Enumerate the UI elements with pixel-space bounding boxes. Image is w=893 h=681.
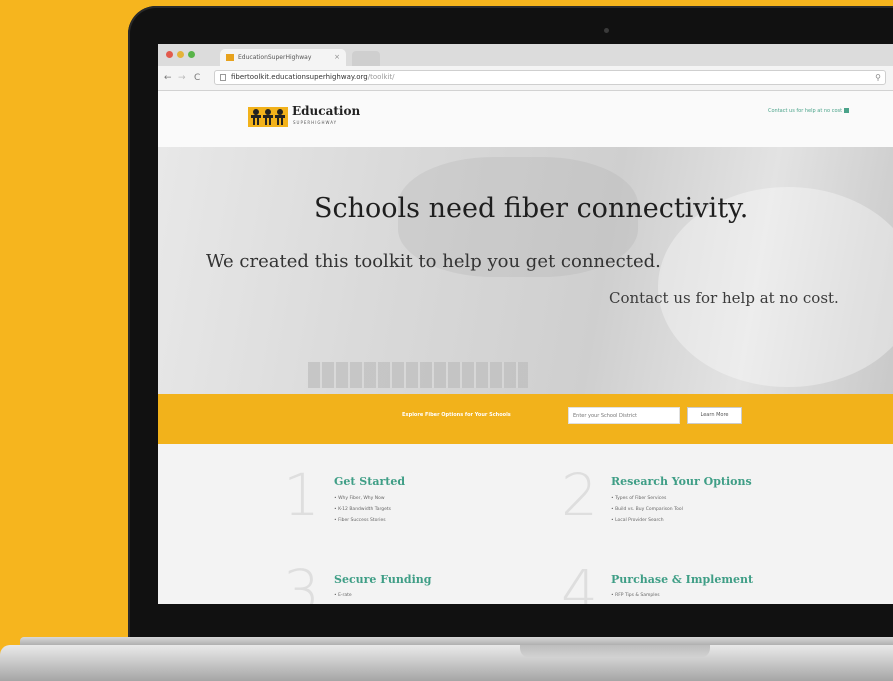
logo-people-icon[interactable] xyxy=(248,107,288,127)
district-input[interactable] xyxy=(568,407,680,424)
page-icon xyxy=(220,74,226,81)
camera-dot xyxy=(604,28,609,33)
step-link[interactable]: • Build vs. Buy Comparison Tool xyxy=(611,504,683,515)
url-path: /toolkit/ xyxy=(367,73,395,81)
maximize-window-button[interactable] xyxy=(188,51,195,58)
step-list: • Why Fiber, Why Now • K-12 Bandwidth Ta… xyxy=(334,493,391,526)
step-number: 4 xyxy=(561,557,598,604)
browser-tab[interactable]: EducationSuperHighway × xyxy=(220,49,346,66)
tab-close-icon[interactable]: × xyxy=(334,49,340,66)
step-link[interactable]: • E-rate xyxy=(334,590,352,601)
tab-bar: EducationSuperHighway × xyxy=(158,44,893,66)
favicon-icon xyxy=(226,54,234,61)
address-bar[interactable]: fibertoolkit.educationsuperhighway.org/t… xyxy=(214,70,886,85)
new-tab-button[interactable] xyxy=(352,51,380,66)
reload-icon[interactable]: C xyxy=(194,72,200,84)
tab-title: EducationSuperHighway xyxy=(238,54,312,61)
chat-icon xyxy=(844,108,850,113)
header-contact-label: Contact us for help at no cost xyxy=(768,108,843,114)
hero-subtitle: We created this toolkit to help you get … xyxy=(206,251,661,272)
logo-subtext: SUPERHIGHWAY xyxy=(293,120,338,125)
step-link[interactable]: • RFP Tips & Samples xyxy=(611,590,660,601)
step-list: • E-rate xyxy=(334,590,352,601)
step-title-research[interactable]: Research Your Options xyxy=(611,475,752,488)
hero-title: Schools need fiber connectivity. xyxy=(314,193,749,224)
header-contact-link[interactable]: Contact us for help at no cost xyxy=(768,108,850,114)
minimize-window-button[interactable] xyxy=(177,51,184,58)
hero-banner: Schools need fiber connectivity. We crea… xyxy=(158,147,893,394)
step-number: 1 xyxy=(283,461,320,529)
step-number: 3 xyxy=(283,557,320,604)
steps-section: 1 Get Started • Why Fiber, Why Now • K-1… xyxy=(158,444,893,604)
close-window-button[interactable] xyxy=(166,51,173,58)
step-link[interactable]: • Local Provider Search xyxy=(611,515,683,526)
step-number: 2 xyxy=(561,461,598,529)
district-search-label: Explore Fiber Options for Your Schools xyxy=(402,412,511,418)
learn-more-button[interactable]: Learn More xyxy=(687,407,742,424)
step-title-funding[interactable]: Secure Funding xyxy=(334,573,431,586)
hero-contact-text[interactable]: Contact us for help at no cost. xyxy=(609,289,839,307)
logo-text[interactable]: Education xyxy=(292,104,360,118)
search-icon[interactable]: ⚲ xyxy=(875,71,881,84)
laptop-base xyxy=(0,645,893,681)
step-link[interactable]: • Why Fiber, Why Now xyxy=(334,493,391,504)
screen: EducationSuperHighway × ← → C fibertoolk… xyxy=(158,44,893,604)
step-link[interactable]: • Types of Fiber Services xyxy=(611,493,683,504)
back-arrow-icon[interactable]: ← xyxy=(164,72,172,84)
browser-toolbar: ← → C fibertoolkit.educationsuperhighway… xyxy=(158,66,893,91)
laptop-notch xyxy=(520,645,710,658)
site-header: Education SUPERHIGHWAY Contact us for he… xyxy=(158,91,893,147)
step-list: • RFP Tips & Samples xyxy=(611,590,660,601)
step-title-get-started[interactable]: Get Started xyxy=(334,475,405,488)
url-host: fibertoolkit.educationsuperhighway.org xyxy=(231,73,368,81)
district-search-band: Explore Fiber Options for Your Schools L… xyxy=(158,394,893,444)
step-link[interactable]: • K-12 Bandwidth Targets xyxy=(334,504,391,515)
step-link[interactable]: • Fiber Success Stories xyxy=(334,515,391,526)
step-title-purchase[interactable]: Purchase & Implement xyxy=(611,573,753,586)
hero-keyboard-graphic xyxy=(308,362,528,388)
forward-arrow-icon[interactable]: → xyxy=(178,72,186,84)
step-list: • Types of Fiber Services • Build vs. Bu… xyxy=(611,493,683,526)
